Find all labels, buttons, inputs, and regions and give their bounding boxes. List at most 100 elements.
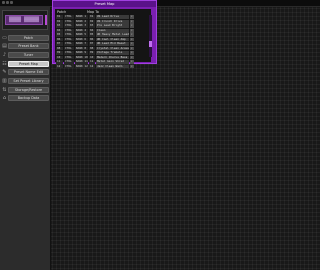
scrollbar[interactable] <box>149 15 152 57</box>
patch-ctrl[interactable]: CTRL <box>64 28 74 33</box>
window-controls[interactable] <box>2 1 13 4</box>
chevron-down-icon[interactable]: ▾ <box>130 28 134 33</box>
patch-bank[interactable]: BANK 12 <box>75 64 88 69</box>
sidebar-item-label: Backup Data <box>8 95 49 102</box>
map-number[interactable]: 10 <box>89 55 95 60</box>
tuner-icon: ♪ <box>2 51 7 58</box>
patch-ctrl[interactable]: CTRL <box>64 60 74 64</box>
sidebar-item-preset-bank[interactable]: ▤ Preset Bank <box>1 43 49 50</box>
patch-ctrl[interactable]: CTRL <box>64 64 74 69</box>
map-number[interactable]: 09 <box>89 51 95 55</box>
patch-bank[interactable]: BANK 3 <box>75 24 88 29</box>
chevron-down-icon[interactable]: ▾ <box>130 33 134 37</box>
chevron-down-icon[interactable]: ▾ <box>130 60 134 64</box>
patch-ctrl[interactable]: CTRL <box>64 55 74 60</box>
patch-number: 06 <box>56 37 63 42</box>
chevron-down-icon[interactable]: ▾ <box>130 37 134 42</box>
patch-bank[interactable]: BANK 7 <box>75 42 88 46</box>
patch-number: 02 <box>56 19 63 24</box>
patch-ctrl[interactable]: CTRL <box>64 42 74 46</box>
patch-bank[interactable]: BANK 8 <box>75 46 88 51</box>
patch-icon: ▭ <box>2 34 7 41</box>
library-icon: ▥ <box>2 77 7 84</box>
sidebar-item-storage-restore[interactable]: ⇅ Storage/Restore <box>1 86 49 93</box>
map-number[interactable]: 01 <box>89 15 95 20</box>
sidebar-item-label: Preset Bank <box>8 43 49 50</box>
patch-ctrl[interactable]: CTRL <box>64 19 74 24</box>
map-number[interactable]: 02 <box>89 19 95 24</box>
chevron-down-icon[interactable]: ▾ <box>130 64 134 69</box>
preset-lcd: ▒▒▒▒ ▒▒▒▒▒ <box>5 15 43 25</box>
patch-ctrl[interactable]: CTRL <box>64 51 74 55</box>
sidebar-item-label: Set Preset Library <box>8 77 49 84</box>
patch-ctrl[interactable]: CTRL <box>64 46 74 51</box>
map-preset-select[interactable]: UK Lead Mid Boost <box>96 42 129 46</box>
sidebar-item-label: Tuner <box>8 51 49 58</box>
patch-number: 11 <box>56 60 63 64</box>
patch-bank[interactable]: BANK 1 <box>75 15 88 20</box>
patch-number: 10 <box>56 55 63 60</box>
patch-bank[interactable]: BANK 9 <box>75 51 88 55</box>
backup-icon: ⌂ <box>2 95 7 102</box>
map-preset-select[interactable]: Clean <box>96 28 129 33</box>
sidebar-item-tuner[interactable]: ♪ Tuner <box>1 51 49 58</box>
patch-ctrl[interactable]: CTRL <box>64 33 74 37</box>
map-preset-select[interactable]: Pro Lead Bright <box>96 24 129 29</box>
sidebar-item-set-preset-library[interactable]: ▥ Set Preset Library <box>1 77 49 84</box>
map-icon: ☷ <box>2 60 7 67</box>
sidebar-item-patch[interactable]: ▭ Patch <box>1 34 49 41</box>
patch-number: 08 <box>56 46 63 51</box>
map-number[interactable]: 05 <box>89 33 95 37</box>
header-map-to: Map To <box>87 10 99 14</box>
chevron-down-icon[interactable]: ▾ <box>130 42 134 46</box>
map-preset-select[interactable]: Vintage Tremolo <box>96 51 129 55</box>
map-number[interactable]: 03 <box>89 24 95 29</box>
chevron-down-icon[interactable]: ▾ <box>130 19 134 24</box>
patch-ctrl[interactable]: CTRL <box>64 15 74 20</box>
preset-map-panel: Patch Map To 01 CTRL BANK 1 01 US Lead Drive… <box>55 9 151 69</box>
chevron-down-icon[interactable]: ▾ <box>130 15 134 20</box>
patch-bank[interactable]: BANK 4 <box>75 28 88 33</box>
patch-bank[interactable]: BANK 2 <box>75 19 88 24</box>
patch-ctrl[interactable]: CTRL <box>64 24 74 29</box>
patch-bank[interactable]: BANK 5 <box>75 33 88 37</box>
map-preset-select[interactable]: Crystal Clean Acoustic <box>96 46 129 51</box>
scrollbar-thumb[interactable] <box>149 41 152 47</box>
sidebar-item-backup-data[interactable]: ⌂ Backup Data <box>1 95 49 102</box>
preset-map-dialog: Preset Map Patch Map To 01 CTRL BANK 1 01 US… <box>52 0 157 69</box>
map-preset-select[interactable]: UK Heavy Metal Lead <box>96 33 129 37</box>
map-number[interactable]: 07 <box>89 42 95 46</box>
map-number[interactable]: 08 <box>89 46 95 51</box>
patch-number: 01 <box>56 15 63 20</box>
patch-bank[interactable]: BANK 6 <box>75 37 88 42</box>
map-preset-select[interactable]: US Lead Drive <box>96 15 129 20</box>
patch-bank[interactable]: BANK 11 <box>75 60 88 64</box>
edit-icon: ✎ <box>2 69 7 76</box>
table-row: 12 CTRL BANK 12 12 Jazz Clean Warm ▾ <box>56 64 148 69</box>
sidebar-item-preset-map[interactable]: ☷ Preset Map <box>1 60 49 67</box>
patch-bank[interactable]: BANK 10 <box>75 55 88 60</box>
patch-number: 09 <box>56 51 63 55</box>
map-preset-select[interactable]: Modern Chorus Bass <box>96 55 129 60</box>
map-number[interactable]: 06 <box>89 37 95 42</box>
preset-display: ▒▒▒▒ ▒▒▒▒▒ <box>2 10 48 30</box>
map-preset-select[interactable]: Metal Gain Shred <box>96 60 129 64</box>
patch-ctrl[interactable]: CTRL <box>64 37 74 42</box>
map-number[interactable]: 11 <box>89 60 95 64</box>
map-preset-select[interactable]: US Crunch Drive <box>96 19 129 24</box>
map-preset-select[interactable]: Jazz Clean Warm <box>96 64 129 69</box>
window-titlebar <box>0 0 320 7</box>
chevron-down-icon[interactable]: ▾ <box>130 55 134 60</box>
chevron-down-icon[interactable]: ▾ <box>130 24 134 29</box>
patch-number: 04 <box>56 28 63 33</box>
chevron-down-icon[interactable]: ▾ <box>130 46 134 51</box>
level-bar <box>45 15 47 25</box>
map-number[interactable]: 12 <box>89 64 95 69</box>
chevron-down-icon[interactable]: ▾ <box>130 51 134 55</box>
sidebar-item-preset-name-edit[interactable]: ✎ Preset Name Edit <box>1 69 49 76</box>
sidebar-item-label: Preset Map <box>8 60 49 67</box>
map-number[interactable]: 04 <box>89 28 95 33</box>
map-preset-select[interactable]: UK Cool Clean Amp <box>96 37 129 42</box>
bank-icon: ▤ <box>2 43 7 50</box>
sidebar: ▒▒▒▒ ▒▒▒▒▒ ▭ Patch ▤ Preset Bank ♪ Tuner ☷ Pres… <box>0 7 51 270</box>
